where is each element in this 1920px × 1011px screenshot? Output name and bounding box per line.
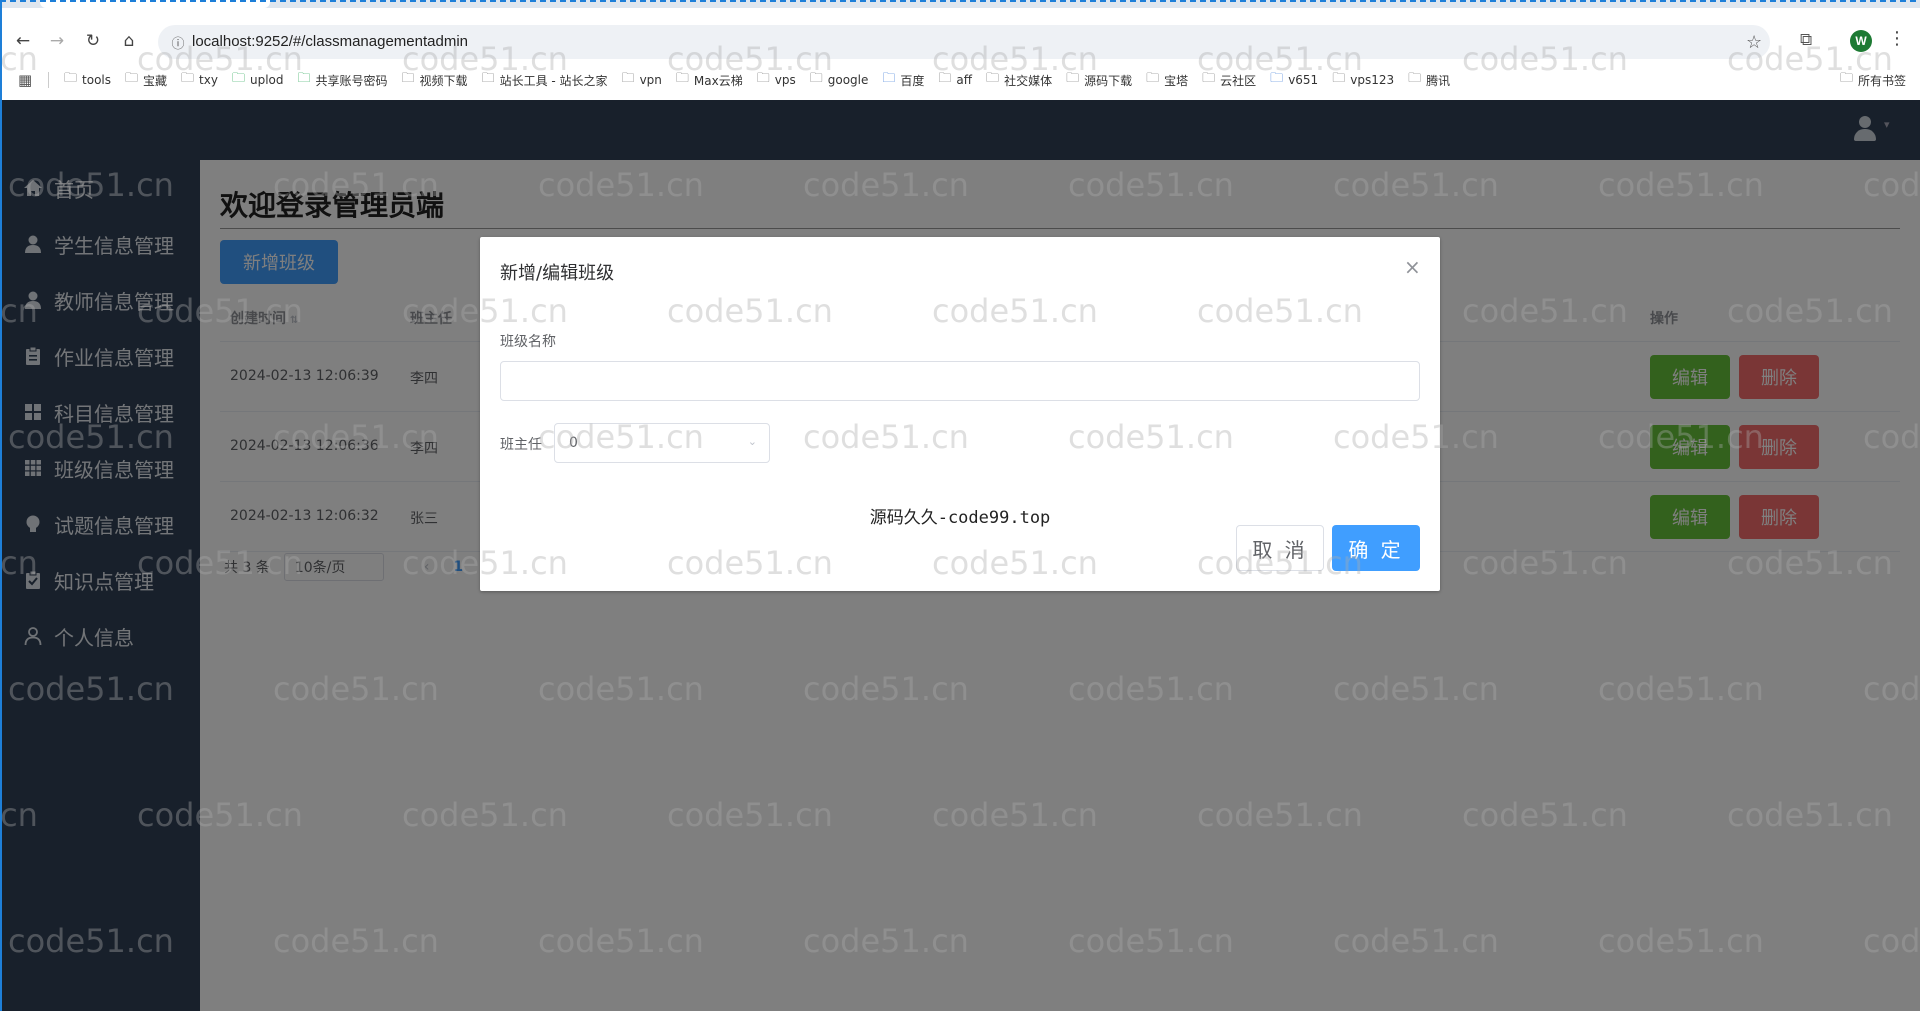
capture-frame-top	[0, 0, 1920, 2]
bookmark-item[interactable]: 🗀 视频下载	[402, 70, 468, 90]
site-info-icon[interactable]: ⓘ	[168, 32, 188, 52]
bookmark-item[interactable]: 🗀 共享账号密码	[298, 70, 388, 90]
folder-icon: 🗀	[181, 71, 195, 86]
all-bookmarks[interactable]: 🗀 所有书签	[1840, 70, 1906, 90]
confirm-button[interactable]: 确 定	[1332, 525, 1420, 571]
folder-icon: 🗀	[986, 71, 1000, 86]
folder-icon: 🗀	[1839, 71, 1853, 86]
bookmark-label: google	[827, 73, 869, 87]
folder-icon: 🗀	[1066, 71, 1080, 86]
browser-toolbar: ← → ↻ ⌂ ⓘ localhost:9252/#/classmanageme…	[0, 8, 1920, 74]
bookmark-item[interactable]: 🗀 vps123	[1332, 70, 1394, 90]
capture-frame-left	[0, 0, 2, 1011]
folder-icon: 🗀	[401, 71, 415, 86]
bookmark-label: 百度	[900, 73, 925, 88]
bookmark-star-icon[interactable]: ☆	[1746, 32, 1762, 53]
bookmarks-bar: ▦ 🗀 tools 🗀 宝藏 🗀 txy 🗀 uplod 🗀 共享账号密码 🗀 视频下载 🗀 站长工具 -…	[0, 66, 1920, 94]
bookmark-label: 云社区	[1220, 73, 1257, 88]
bookmark-label: 共享账号密码	[315, 73, 388, 88]
bookmark-item[interactable]: 🗀 宝藏	[125, 70, 167, 90]
bookmark-item[interactable]: 🗀 uplod	[232, 70, 284, 90]
bookmark-label: tools	[82, 73, 111, 87]
teacher-label: 班主任	[500, 437, 542, 453]
all-bookmarks-label: 所有书签	[1857, 73, 1906, 88]
bookmark-label: 站长工具 - 站长之家	[499, 73, 608, 88]
folder-icon: 🗀	[938, 71, 952, 86]
folder-icon: 🗀	[809, 71, 823, 86]
bookmark-label: 视频下载	[419, 73, 468, 88]
folder-icon: 🗀	[1408, 71, 1422, 86]
extensions-icon[interactable]: ⧉	[1800, 30, 1820, 50]
folder-icon: 🗀	[1332, 71, 1346, 86]
folder-icon: 🗀	[1202, 71, 1216, 86]
browser-menu-icon[interactable]: ⋮	[1888, 28, 1906, 49]
bookmark-separator	[48, 72, 49, 88]
class-name-label: 班级名称	[500, 334, 556, 350]
url-text[interactable]: localhost:9252/#/classmanagementadmin	[192, 33, 468, 50]
teacher-select[interactable]: 0 ⌄	[554, 423, 770, 463]
bookmark-item[interactable]: 🗀 aff	[938, 70, 972, 90]
bookmark-label: aff	[956, 73, 973, 87]
bookmark-item[interactable]: 🗀 Max云梯	[676, 70, 743, 90]
bookmark-label: 腾讯	[1426, 73, 1451, 88]
bookmark-item[interactable]: 🗀 宝塔	[1146, 70, 1188, 90]
folder-icon: 🗀	[1146, 71, 1160, 86]
bookmark-item[interactable]: 🗀 站长工具 - 站长之家	[482, 70, 608, 90]
close-icon[interactable]: ×	[1404, 255, 1421, 279]
profile-avatar[interactable]: W	[1850, 30, 1872, 52]
forward-arrow-icon[interactable]: →	[44, 28, 70, 54]
folder-icon: 🗀	[297, 71, 311, 86]
bookmark-item[interactable]: 🗀 源码下载	[1066, 70, 1132, 90]
bookmark-label: 宝塔	[1164, 73, 1189, 88]
folder-icon: 🗀	[675, 71, 689, 86]
bookmark-label: vpn	[639, 73, 662, 87]
bookmark-list: 🗀 tools 🗀 宝藏 🗀 txy 🗀 uplod 🗀 共享账号密码 🗀 视频下载 🗀 站长工具 - 站…	[64, 70, 1450, 90]
reload-icon[interactable]: ↻	[80, 28, 106, 54]
bookmark-item[interactable]: 🗀 vpn	[622, 70, 662, 90]
cancel-button[interactable]: 取 消	[1236, 525, 1324, 571]
address-bar[interactable]: ⓘ localhost:9252/#/classmanagementadmin	[158, 25, 1770, 59]
bookmark-label: vps123	[1350, 73, 1395, 87]
bookmark-item[interactable]: 🗀 v651	[1270, 70, 1318, 90]
class-name-input[interactable]	[500, 361, 1420, 401]
folder-icon: 🗀	[756, 71, 770, 86]
bookmark-label: v651	[1288, 73, 1319, 87]
home-nav-icon[interactable]: ⌂	[116, 28, 142, 54]
bookmark-label: 社交媒体	[1004, 73, 1053, 88]
bookmark-item[interactable]: 🗀 txy	[181, 70, 218, 90]
edit-class-dialog: 新增/编辑班级 × 班级名称 班主任 0 ⌄ 源码久久-code99.top 取…	[480, 237, 1440, 591]
bookmark-item[interactable]: 🗀 vps	[757, 70, 796, 90]
folder-icon: 🗀	[882, 71, 896, 86]
bookmark-item[interactable]: 🗀 社交媒体	[986, 70, 1052, 90]
folder-icon: 🗀	[231, 71, 245, 86]
bookmark-label: txy	[199, 73, 218, 87]
bookmark-label: Max云梯	[693, 73, 743, 88]
bookmark-label: vps	[774, 73, 796, 87]
bookmark-label: 宝藏	[143, 73, 168, 88]
back-arrow-icon[interactable]: ←	[10, 28, 36, 54]
folder-icon: 🗀	[125, 71, 139, 86]
folder-icon: 🗀	[64, 71, 78, 86]
dialog-title: 新增/编辑班级	[500, 263, 615, 284]
folder-icon: 🗀	[621, 71, 635, 86]
chevron-down-icon: ⌄	[747, 435, 757, 448]
bookmark-item[interactable]: 🗀 云社区	[1202, 70, 1256, 90]
bookmark-item[interactable]: 🗀 百度	[882, 70, 924, 90]
folder-icon: 🗀	[481, 71, 495, 86]
bookmark-label: 源码下载	[1084, 73, 1133, 88]
teacher-select-value: 0	[569, 435, 578, 451]
bookmark-item[interactable]: 🗀 腾讯	[1408, 70, 1450, 90]
bookmark-item[interactable]: 🗀 google	[810, 70, 869, 90]
bookmark-label: uplod	[249, 73, 284, 87]
folder-icon: 🗀	[1270, 71, 1284, 86]
apps-grid-icon[interactable]: ▦	[18, 71, 32, 89]
bookmark-item[interactable]: 🗀 tools	[64, 70, 111, 90]
